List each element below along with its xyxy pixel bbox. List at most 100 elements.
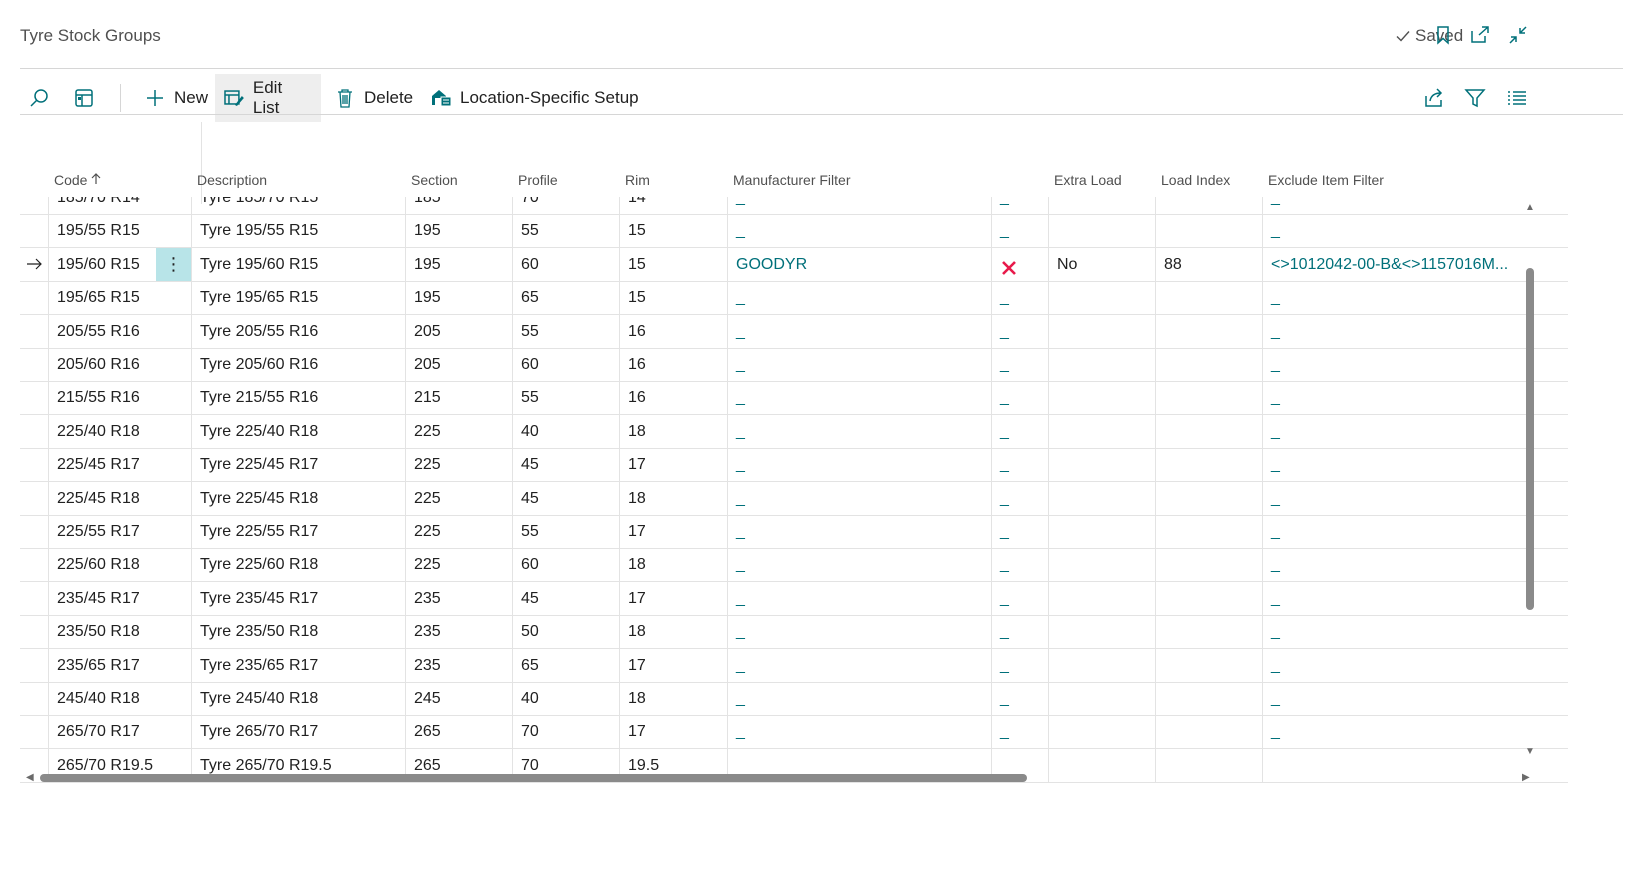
list-view-icon[interactable]: [1505, 86, 1529, 110]
cell-manufacturer-filter[interactable]: _: [727, 414, 991, 448]
cell-extra-load[interactable]: [1048, 682, 1155, 715]
cell-description[interactable]: Tyre 225/45 R18: [191, 481, 405, 515]
cell-section[interactable]: 225: [405, 481, 512, 515]
cell-exclude-item-filter[interactable]: _: [1262, 197, 1525, 214]
cell-remove-filter[interactable]: _: [991, 314, 1048, 348]
cell-load-index[interactable]: [1155, 548, 1262, 582]
cell-code[interactable]: 235/50 R18: [48, 615, 156, 649]
cell-extra-load[interactable]: [1048, 748, 1155, 782]
table-row[interactable]: 225/60 R18 Tyre 225/60 R18 225 60 18 _ _ _: [20, 548, 1568, 583]
cell-profile[interactable]: 40: [512, 682, 619, 715]
cell-rim[interactable]: 18: [619, 548, 727, 582]
scroll-left-arrow[interactable]: ◀: [26, 772, 34, 783]
cell-manufacturer-filter[interactable]: _: [727, 615, 991, 649]
cell-exclude-item-filter[interactable]: _: [1262, 448, 1525, 482]
cell-exclude-item-filter[interactable]: _: [1262, 414, 1525, 448]
cell-section[interactable]: 195: [405, 214, 512, 248]
cell-exclude-item-filter[interactable]: _: [1262, 381, 1525, 415]
cell-remove-filter[interactable]: _: [991, 682, 1048, 715]
cell-manufacturer-filter[interactable]: _: [727, 715, 991, 749]
header-exclude-item-filter[interactable]: Exclude Item Filter: [1268, 172, 1384, 188]
cell-rim[interactable]: 16: [619, 381, 727, 415]
cell-section[interactable]: 235: [405, 581, 512, 615]
header-code[interactable]: Code: [54, 172, 101, 188]
cell-load-index[interactable]: [1155, 481, 1262, 515]
cell-description[interactable]: Tyre 225/55 R17: [191, 515, 405, 548]
cell-code[interactable]: 245/40 R18: [48, 682, 156, 715]
cell-description[interactable]: Tyre 195/65 R15: [191, 281, 405, 315]
header-manufacturer-filter[interactable]: Manufacturer Filter: [733, 172, 850, 188]
cell-rim[interactable]: 18: [619, 615, 727, 649]
cell-manufacturer-filter[interactable]: GOODYR: [727, 247, 991, 281]
cell-manufacturer-filter[interactable]: _: [727, 481, 991, 515]
cell-profile[interactable]: 70: [512, 715, 619, 749]
table-row[interactable]: 225/40 R18 Tyre 225/40 R18 225 40 18 _ _ _: [20, 414, 1568, 449]
cell-section[interactable]: 205: [405, 314, 512, 348]
cell-code[interactable]: 225/60 R18: [48, 548, 156, 582]
header-section[interactable]: Section: [411, 172, 458, 188]
cell-code[interactable]: 195/65 R15: [48, 281, 156, 315]
collapse-icon[interactable]: [1507, 24, 1529, 46]
table-row[interactable]: 185/70 R14 Tyre 185/70 R15 185 70 14 _ _ _: [20, 197, 1568, 215]
table-row[interactable]: 205/55 R16 Tyre 205/55 R16 205 55 16 _ _ _: [20, 314, 1568, 349]
cell-extra-load[interactable]: [1048, 648, 1155, 682]
cell-load-index[interactable]: [1155, 448, 1262, 482]
cell-description[interactable]: Tyre 195/60 R15: [191, 247, 405, 281]
cell-rim[interactable]: 17: [619, 515, 727, 548]
cell-load-index[interactable]: [1155, 715, 1262, 749]
cell-section[interactable]: 205: [405, 348, 512, 381]
cell-load-index[interactable]: [1155, 682, 1262, 715]
cell-section[interactable]: 235: [405, 648, 512, 682]
table-row[interactable]: 215/55 R16 Tyre 215/55 R16 215 55 16 _ _ _: [20, 381, 1568, 416]
header-extra-load[interactable]: Extra Load: [1054, 172, 1122, 188]
cell-description[interactable]: Tyre 225/40 R18: [191, 414, 405, 448]
share-icon[interactable]: [1422, 86, 1446, 110]
cell-section[interactable]: 195: [405, 247, 512, 281]
cell-section[interactable]: 185: [405, 197, 512, 214]
table-row[interactable]: 225/45 R18 Tyre 225/45 R18 225 45 18 _ _ _: [20, 481, 1568, 516]
cell-profile[interactable]: 45: [512, 448, 619, 482]
cell-extra-load[interactable]: [1048, 715, 1155, 749]
filter-icon[interactable]: [1463, 86, 1487, 110]
cell-profile[interactable]: 45: [512, 481, 619, 515]
header-load-index[interactable]: Load Index: [1161, 172, 1230, 188]
cell-manufacturer-filter[interactable]: _: [727, 314, 991, 348]
cell-code[interactable]: 265/70 R17: [48, 715, 156, 749]
cell-load-index[interactable]: [1155, 581, 1262, 615]
cell-extra-load[interactable]: [1048, 581, 1155, 615]
remove-red-x-icon[interactable]: [1000, 256, 1018, 275]
cell-load-index[interactable]: [1155, 414, 1262, 448]
cell-extra-load[interactable]: No: [1048, 247, 1155, 281]
cell-rim[interactable]: 14: [619, 197, 727, 214]
table-row[interactable]: 235/65 R17 Tyre 235/65 R17 235 65 17 _ _ _: [20, 648, 1568, 683]
horizontal-scrollbar[interactable]: [40, 774, 1027, 782]
cell-description[interactable]: Tyre 265/70 R17: [191, 715, 405, 749]
cell-manufacturer-filter[interactable]: _: [727, 515, 991, 548]
cell-description[interactable]: Tyre 215/55 R16: [191, 381, 405, 415]
cell-rim[interactable]: 16: [619, 314, 727, 348]
cell-profile[interactable]: 40: [512, 414, 619, 448]
table-row[interactable]: 205/60 R16 Tyre 205/60 R16 205 60 16 _ _ _: [20, 348, 1568, 382]
cell-remove-filter[interactable]: _: [991, 481, 1048, 515]
cell-section[interactable]: 225: [405, 548, 512, 582]
cell-rim[interactable]: 18: [619, 682, 727, 715]
table-row[interactable]: 245/40 R18 Tyre 245/40 R18 245 40 18 _ _ _: [20, 682, 1568, 716]
cell-extra-load[interactable]: [1048, 381, 1155, 415]
cell-description[interactable]: Tyre 235/50 R18: [191, 615, 405, 649]
cell-exclude-item-filter[interactable]: _: [1262, 515, 1525, 548]
table-row[interactable]: 195/65 R15 Tyre 195/65 R15 195 65 15 _ _ _: [20, 281, 1568, 316]
cell-section[interactable]: 225: [405, 515, 512, 548]
cell-section[interactable]: 215: [405, 381, 512, 415]
cell-code[interactable]: 205/55 R16: [48, 314, 156, 348]
cell-remove-filter[interactable]: _: [991, 615, 1048, 649]
cell-exclude-item-filter[interactable]: _: [1262, 715, 1525, 749]
cell-description[interactable]: Tyre 205/60 R16: [191, 348, 405, 381]
header-rim[interactable]: Rim: [625, 172, 650, 188]
cell-rim[interactable]: 16: [619, 348, 727, 381]
cell-extra-load[interactable]: [1048, 314, 1155, 348]
cell-section[interactable]: 235: [405, 615, 512, 649]
cell-manufacturer-filter[interactable]: _: [727, 381, 991, 415]
cell-code[interactable]: 185/70 R14: [48, 197, 156, 214]
cell-profile[interactable]: 55: [512, 381, 619, 415]
cell-exclude-item-filter[interactable]: _: [1262, 682, 1525, 715]
